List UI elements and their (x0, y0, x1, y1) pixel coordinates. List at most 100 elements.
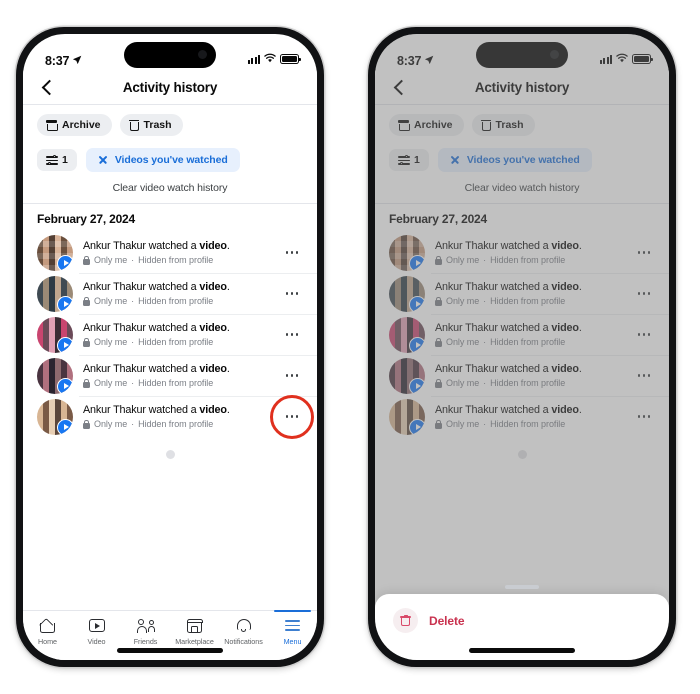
active-filter-row: 1 Videos you've watched (375, 143, 669, 178)
date-header: February 27, 2024 (37, 212, 135, 226)
more-options-icon[interactable] (631, 292, 657, 295)
table-row[interactable]: Ankur Thakur watched a video. Only me · … (23, 314, 317, 355)
lock-icon (83, 419, 90, 429)
row-separator: · (483, 337, 487, 348)
clear-history-link[interactable]: Clear video watch history (375, 178, 669, 203)
more-options-icon[interactable] (279, 292, 305, 295)
chip-trash[interactable]: Trash (471, 114, 535, 136)
row-visibility: Hidden from profile (138, 255, 214, 266)
trash-can-icon (480, 119, 492, 132)
table-row[interactable]: Ankur Thakur watched a video. Only me · … (23, 355, 317, 396)
archive-box-icon (46, 120, 58, 131)
row-title-prefix: Ankur Thakur watched a (435, 362, 552, 375)
row-subtitle: Only me · Hidden from profile (435, 296, 621, 306)
tab-marketplace[interactable]: Marketplace (170, 617, 219, 646)
tab-marketplace-label: Marketplace (175, 637, 214, 646)
row-title: Ankur Thakur watched a video. (435, 281, 621, 294)
lock-icon (83, 255, 90, 265)
table-row[interactable]: Ankur Thakur watched a video. Only me · … (375, 355, 669, 396)
row-visibility: Hidden from profile (138, 419, 214, 430)
more-options-icon[interactable] (279, 333, 305, 336)
more-options-icon[interactable] (270, 394, 314, 439)
tab-video[interactable]: Video (72, 617, 121, 646)
table-row[interactable]: Ankur Thakur watched a video. Only me · … (375, 314, 669, 355)
avatar (389, 275, 425, 312)
row-body: Ankur Thakur watched a video. Only me · … (83, 280, 269, 306)
tab-notifications-label: Notifications (224, 637, 263, 646)
chip-trash[interactable]: Trash (119, 114, 183, 136)
row-body: Ankur Thakur watched a video. Only me · … (435, 363, 621, 388)
status-time-group: 8:37 (397, 54, 434, 68)
table-row[interactable]: Ankur Thakur watched a video. Only me · … (23, 273, 317, 314)
lock-icon (435, 337, 442, 347)
row-title-prefix: Ankur Thakur watched a (83, 239, 200, 252)
more-options-icon[interactable] (631, 374, 657, 377)
chip-trash-label: Trash (495, 119, 524, 131)
back-button[interactable] (39, 78, 57, 96)
row-title-bold: video (199, 280, 227, 293)
chip-archive[interactable]: Archive (389, 114, 464, 136)
status-indicators (248, 50, 301, 68)
close-x-icon[interactable] (98, 155, 108, 165)
more-options-icon[interactable] (279, 251, 305, 254)
row-body: Ankur Thakur watched a video. Only me · … (435, 321, 621, 348)
filter-sliders-icon (398, 154, 410, 166)
tab-notifications[interactable]: Notifications (219, 617, 268, 646)
bell-icon (236, 617, 251, 634)
delete-button[interactable]: Delete (375, 594, 669, 633)
table-row[interactable]: Ankur Thakur watched a video. Only me · … (375, 273, 669, 314)
tab-friends[interactable]: Friends (121, 617, 170, 646)
tab-friends-label: Friends (133, 637, 158, 646)
more-options-icon[interactable] (631, 251, 657, 254)
video-play-badge-icon (409, 295, 425, 312)
filter-chip-row: Archive Trash (375, 105, 669, 143)
row-title: Ankur Thakur watched a video. (83, 240, 269, 253)
more-options-icon[interactable] (631, 415, 657, 418)
sheet-grabber-icon[interactable] (505, 585, 539, 589)
row-subtitle: Only me · Hidden from profile (435, 419, 621, 429)
row-title: Ankur Thakur watched a video. (435, 363, 621, 376)
row-privacy: Only me (446, 255, 480, 266)
more-options-icon[interactable] (279, 374, 305, 377)
trash-can-icon (128, 119, 140, 132)
table-row[interactable]: Ankur Thakur watched a video. Only me · … (375, 396, 669, 437)
back-button[interactable] (391, 78, 409, 96)
video-play-badge-icon (57, 377, 73, 394)
row-subtitle: Only me · Hidden from profile (83, 296, 269, 306)
phone-left-screen: 8:37 Activity history Archive Trash 1 Vi… (23, 34, 317, 660)
video-play-badge-icon (409, 377, 425, 394)
active-filter-row: 1 Videos you've watched (23, 143, 317, 178)
clear-history-link[interactable]: Clear video watch history (23, 178, 317, 203)
row-title-bold: video (551, 362, 579, 375)
table-row[interactable]: Ankur Thakur watched a video. Only me · … (23, 394, 317, 439)
tab-menu[interactable]: Menu (268, 610, 317, 646)
tab-home[interactable]: Home (23, 617, 72, 646)
home-indicator (469, 648, 575, 653)
more-options-icon[interactable] (631, 333, 657, 336)
table-row[interactable]: Ankur Thakur watched a video. Only me · … (23, 232, 317, 273)
filter-count-button[interactable]: 1 (37, 149, 77, 171)
activity-list: Ankur Thakur watched a video. Only me · … (23, 232, 317, 471)
status-time: 8:37 (45, 54, 70, 68)
row-title-prefix: Ankur Thakur watched a (83, 280, 200, 293)
row-visibility: Hidden from profile (138, 296, 214, 307)
row-body: Ankur Thakur watched a video. Only me · … (435, 281, 621, 306)
active-filter-pill[interactable]: Videos you've watched (85, 148, 240, 172)
row-title-bold: video (551, 321, 579, 334)
chip-archive[interactable]: Archive (37, 114, 112, 136)
lock-icon (83, 378, 90, 388)
filter-count-button[interactable]: 1 (389, 149, 429, 171)
row-privacy: Only me (94, 255, 128, 266)
video-play-badge-icon (409, 254, 425, 271)
avatar (389, 316, 425, 353)
row-visibility: Hidden from profile (138, 378, 214, 389)
close-x-icon[interactable] (450, 155, 460, 165)
row-body: Ankur Thakur watched a video. Only me · … (83, 240, 269, 266)
filter-chip-row: Archive Trash (23, 105, 317, 143)
lock-icon (83, 337, 90, 347)
tab-video-label: Video (87, 637, 106, 646)
table-row[interactable]: Ankur Thakur watched a video. Only me · … (375, 232, 669, 273)
video-play-badge-icon (57, 254, 73, 271)
active-filter-pill[interactable]: Videos you've watched (437, 148, 592, 172)
lock-icon (435, 296, 442, 306)
